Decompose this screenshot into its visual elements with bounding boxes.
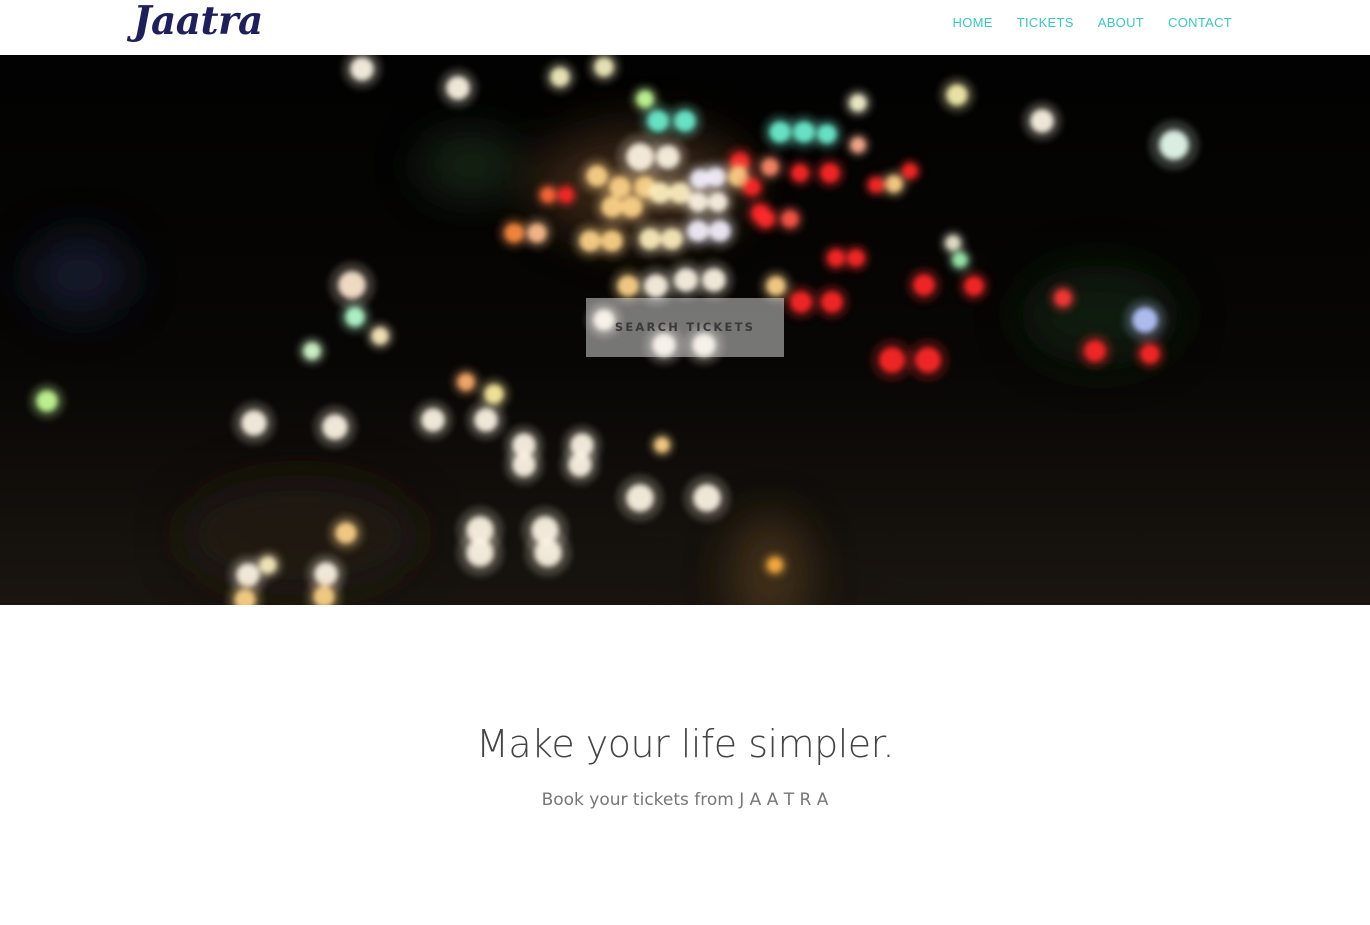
bokeh-light [781,210,799,228]
bokeh-light [322,414,348,440]
bokeh-light [1132,307,1158,333]
nav-tickets[interactable]: TICKETS [1017,15,1074,30]
bokeh-light [743,178,761,196]
bokeh-light [850,137,866,153]
bokeh-light [654,437,670,453]
bokeh-light [820,163,840,183]
bokeh-light [849,94,867,112]
bokeh-light [527,223,547,243]
bokeh-light [36,390,58,412]
nav-home[interactable]: HOME [953,15,993,30]
bokeh-light [656,145,680,169]
bokeh-light [421,408,445,432]
page-headline: Make your life simpler. [476,722,894,766]
bokeh-light [644,274,668,298]
bokeh-light [821,291,843,313]
nav-contact[interactable]: CONTACT [1168,15,1232,30]
bokeh-light [474,408,498,432]
bokeh-light [446,76,470,100]
bokeh-light [558,187,574,203]
bokeh-light [913,274,935,296]
bokeh-light [350,57,374,81]
bokeh-light [621,196,643,218]
bokeh-light [1030,109,1054,133]
bokeh-light [952,252,968,268]
bokeh-light [594,57,614,77]
bokeh-light [790,291,812,313]
bokeh-light [568,453,592,477]
bokeh-light [534,539,562,567]
bokeh-light [1140,344,1160,364]
site-logo[interactable]: Jaatra [133,0,263,49]
bokeh-light [345,307,365,327]
bokeh-light [915,347,941,373]
bokeh-light [766,276,786,296]
bokeh-light [693,484,721,512]
bokeh-light [847,249,865,267]
bokeh-light [371,327,389,345]
bokeh-light [457,373,475,391]
bokeh-light [708,192,728,212]
bokeh-light [601,230,623,252]
search-tickets-button[interactable]: SEARCH TICKETS [586,298,784,357]
bokeh-light [709,220,731,242]
bokeh-light [868,177,884,193]
bokeh-light [902,163,918,179]
main-nav: HOME TICKETS ABOUT CONTACT [953,0,1232,44]
bokeh-light [512,453,536,477]
bokeh-light [674,110,696,132]
bokeh-light [817,124,837,144]
bokeh-light [1054,289,1072,307]
bokeh-light [626,484,654,512]
bokeh-light [761,158,779,176]
page-subtitle: Book your tickets from J A A T R A [541,790,829,810]
hero-banner: SEARCH TICKETS [0,55,1370,605]
bokeh-light [791,164,809,182]
bokeh-light [702,268,726,292]
bokeh-light [241,410,267,436]
site-header: Jaatra HOME TICKETS ABOUT CONTACT [0,0,1370,55]
bokeh-light [550,67,570,87]
nav-about[interactable]: ABOUT [1098,15,1144,30]
bokeh-light [964,276,984,296]
bokeh-light [466,539,494,567]
bokeh-light [338,271,366,299]
bokeh-light [767,557,783,573]
bokeh-light [946,84,968,106]
bokeh-light [757,210,775,228]
bokeh-light [1084,340,1106,362]
bokeh-light [303,342,321,360]
bokeh-light [335,522,357,544]
bokeh-light [1159,130,1189,160]
bokeh-light [647,110,669,132]
bokeh-light [879,347,905,373]
